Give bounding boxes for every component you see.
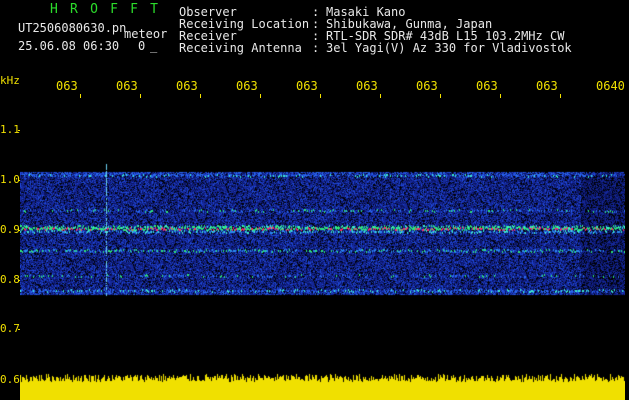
info-value-antenna: 3el Yagi(V) Az 330 for Vladivostok — [326, 41, 572, 55]
freq-tick-label: 0.7 — [0, 322, 20, 335]
time-tick-mark — [260, 94, 261, 98]
freq-tick-label: 1.1 — [0, 123, 20, 136]
logo-letter: R — [70, 2, 78, 17]
time-tick-mark — [380, 94, 381, 98]
logo-letter: F — [130, 2, 138, 17]
time-tick-label: 063 — [116, 79, 138, 93]
activity-strip — [20, 368, 625, 400]
time-tick-mark — [200, 94, 201, 98]
info-separator: : — [312, 41, 320, 55]
time-tick-label: 063 — [56, 79, 78, 93]
logo-letter: T — [150, 2, 158, 17]
time-tick-label: 0640 — [596, 79, 625, 93]
time-tick-label: 063 — [236, 79, 258, 93]
date-time: 25.06.08 06:30 — [18, 39, 120, 53]
spectrogram — [20, 100, 625, 370]
time-tick-label: 063 — [476, 79, 498, 93]
time-tick-mark — [560, 94, 561, 98]
status-value: 0 — [138, 39, 146, 53]
time-tick-mark — [440, 94, 441, 98]
info-label-antenna: Receiving Antenna — [179, 41, 302, 55]
hrofft-screen: H R O F F T UT2506080630.pn meteor 25.06… — [0, 0, 629, 400]
logo-letter: H — [50, 2, 58, 17]
time-tick-mark — [80, 94, 81, 98]
time-tick-mark — [500, 94, 501, 98]
time-tick-mark — [320, 94, 321, 98]
time-tick-label: 063 — [176, 79, 198, 93]
hrofft-logo: H R O F F T — [50, 2, 158, 17]
time-tick-label: 063 — [296, 79, 318, 93]
time-tick-label: 063 — [356, 79, 378, 93]
axis-unit-label: kHz — [0, 74, 20, 87]
logo-letter: O — [90, 2, 98, 17]
time-tick-label: 063 — [536, 79, 558, 93]
file-name: UT2506080630.pn — [18, 21, 127, 35]
freq-tick-label: 1.0 — [0, 173, 20, 186]
time-tick-mark — [140, 94, 141, 98]
freq-tick-label: 0.6 — [0, 373, 20, 386]
time-tick-label: 063 — [416, 79, 438, 93]
status-mark: _ — [150, 39, 158, 53]
mode-label: meteor — [124, 27, 168, 41]
freq-tick-label: 0.8 — [0, 273, 20, 286]
freq-tick-label: 0.9 — [0, 223, 20, 236]
logo-letter: F — [110, 2, 118, 17]
